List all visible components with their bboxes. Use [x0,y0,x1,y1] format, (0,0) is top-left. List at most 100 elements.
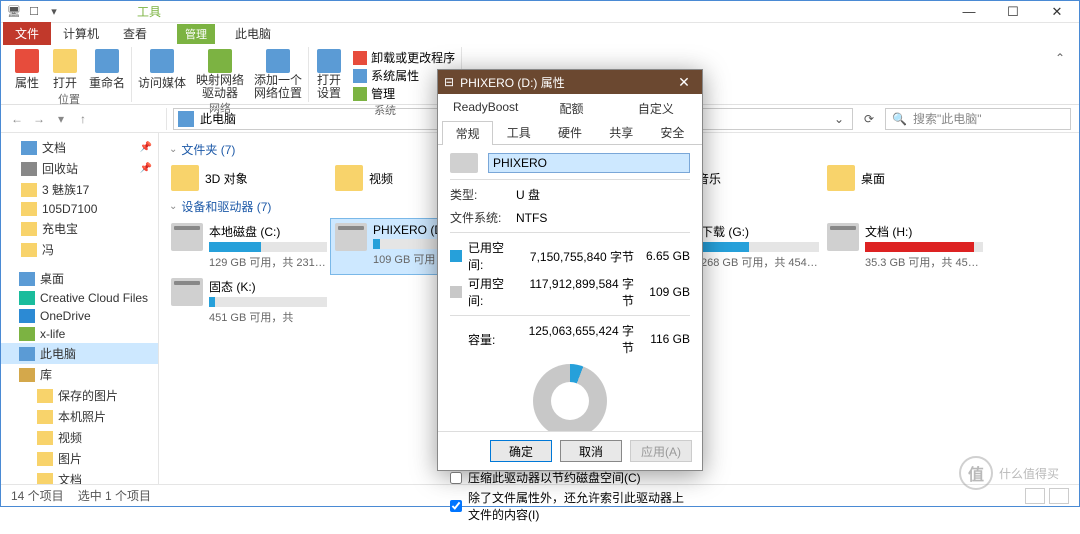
index-checkbox[interactable]: 除了文件属性外，还允许索引此驱动器上文件的内容(I) [450,489,690,523]
nav-tree[interactable]: 文档📌回收站📌 3 魅族17 105D7100充电宝冯桌面 Creative Clou… [1,133,159,485]
nav-item[interactable]: 回收站📌 [1,158,158,179]
watermark: 值 什么值得买 [959,456,1059,490]
nav-item[interactable]: 3 魅族17 [1,179,158,200]
folder-icon [37,410,53,424]
folder-icon [19,347,35,361]
tab-security[interactable]: 安全 [647,120,698,144]
usage-bar [209,297,327,307]
nav-label: Creative Cloud Files [40,291,148,305]
nav-label: x-life [40,327,65,341]
nav-item[interactable]: 保存的图片 [1,385,158,406]
folder-item[interactable]: 桌面 [823,162,987,194]
tab-sharing[interactable]: 共享 [596,120,647,144]
map-drive-button[interactable]: 映射网络 驱动器 [196,49,244,100]
maximize-button[interactable]: ☐ [991,1,1035,23]
nav-item[interactable]: 充电宝 [1,218,158,239]
nav-item[interactable]: 图片 [1,448,158,469]
search-input[interactable]: 🔍 搜索"此电脑" [885,108,1071,130]
nav-item[interactable]: OneDrive [1,307,158,325]
nav-item[interactable]: 本机照片 [1,406,158,427]
drive-label: 本地磁盘 (C:) [209,223,327,240]
nav-item[interactable]: Creative Cloud Files [1,289,158,307]
chevron-down-icon[interactable]: ⌄ [830,112,848,126]
tab-quota[interactable]: 配额 [529,96,613,120]
watermark-text: 什么值得买 [999,465,1059,482]
folder-icon [37,431,53,445]
back-button[interactable]: ← [9,112,25,126]
tab-hardware[interactable]: 硬件 [544,120,595,144]
tab-computer[interactable]: 计算机 [51,22,111,45]
folder-icon [19,272,35,286]
free-gb: 109 GB [640,285,690,299]
network-icon [266,49,290,73]
dialog-titlebar[interactable]: ⊟ PHIXERO (D:) 属性 ✕ [438,70,702,94]
nav-item[interactable]: 105D7100 [1,200,158,218]
open-button[interactable]: 打开 [51,49,79,91]
nav-item[interactable]: x-life [1,325,158,343]
fs-label: 文件系统: [450,209,506,226]
folder-icon [19,309,35,323]
properties-dialog: ⊟ PHIXERO (D:) 属性 ✕ ReadyBoost 配额 自定义 常规… [437,69,703,471]
recent-button[interactable]: ▾ [53,112,69,126]
nav-item[interactable]: 冯 [1,239,158,260]
nav-item[interactable]: 库 [1,364,158,385]
tab-view[interactable]: 查看 [111,22,159,45]
cancel-button[interactable]: 取消 [560,440,622,462]
uninstall-icon [353,51,367,65]
item-count: 14 个项目 [11,487,64,504]
nav-item[interactable]: 文档 [1,469,158,485]
compress-checkbox[interactable]: 压缩此驱动器以节约磁盘空间(C) [450,469,690,486]
open-icon [53,49,77,73]
breadcrumb-item[interactable]: 此电脑 [200,110,236,127]
forward-button[interactable]: → [31,112,47,126]
nav-item[interactable]: 此电脑 [1,343,158,364]
settings-button[interactable]: 打开 设置 [315,49,343,100]
tab-file[interactable]: 文件 [3,22,51,45]
capacity-label: 容量: [468,331,518,348]
drive-sub: 129 GB 可用，共 231 GB [209,254,327,270]
rename-icon [95,49,119,73]
nav-item[interactable]: 文档📌 [1,137,158,158]
tab-customize[interactable]: 自定义 [614,96,698,120]
collapse-ribbon-icon[interactable]: ⌃ [1047,47,1073,69]
nav-label: 3 魅族17 [42,181,89,198]
qat-icon[interactable]: ☐ [25,3,43,21]
nav-item[interactable]: 桌面 [1,268,158,289]
refresh-button[interactable]: ⟳ [859,112,879,126]
minimize-button[interactable]: — [947,1,991,23]
drive-item[interactable]: 本地磁盘 (C:) 129 GB 可用，共 231 GB [167,219,331,274]
up-button[interactable]: ↑ [75,112,91,126]
folder-item[interactable]: 3D 对象 [167,162,331,194]
nav-item[interactable]: 视频 [1,427,158,448]
tab-drive-tools[interactable]: 驱动器工具 [129,0,187,23]
tab-general[interactable]: 常规 [442,121,493,145]
uninstall-button[interactable]: 卸载或更改程序 [353,49,455,66]
close-button[interactable]: ✕ [1035,1,1079,23]
drive-item[interactable]: 固态 (K:)451 GB 可用，共 [167,274,331,329]
used-label: 已用空间: [468,239,518,273]
tab-tools[interactable]: 工具 [493,120,544,144]
qat-dropdown-icon[interactable]: ▾ [45,3,63,21]
access-media-button[interactable]: 访问媒体 [138,49,186,91]
properties-icon [15,49,39,73]
ok-button[interactable]: 确定 [490,440,552,462]
drive-item[interactable]: 文档 (H:) 35.3 GB 可用，共 454 GB [823,219,987,274]
apply-button[interactable]: 应用(A) [630,440,692,462]
free-label: 可用空间: [468,275,518,309]
drive-label: 文档 (H:) [865,223,983,240]
map-drive-icon [208,49,232,73]
used-gb: 6.65 GB [640,249,690,263]
tab-readyboost[interactable]: ReadyBoost [442,96,529,120]
drive-name-input[interactable] [488,153,690,173]
drive-icon [171,278,203,306]
rename-button[interactable]: 重命名 [89,49,125,91]
drive-label: 固态 (K:) [209,278,327,295]
properties-button[interactable]: 属性 [13,49,41,91]
drive-sub: 35.3 GB 可用，共 454 GB [865,254,983,270]
folder-icon [827,165,855,191]
folder-label: 3D 对象 [205,170,248,187]
ribbon-tabs: 文件 计算机 查看 管理 此电脑 [1,23,1079,45]
add-network-button[interactable]: 添加一个 网络位置 [254,49,302,100]
folder-label: 桌面 [861,170,885,187]
dialog-close-button[interactable]: ✕ [672,74,696,91]
